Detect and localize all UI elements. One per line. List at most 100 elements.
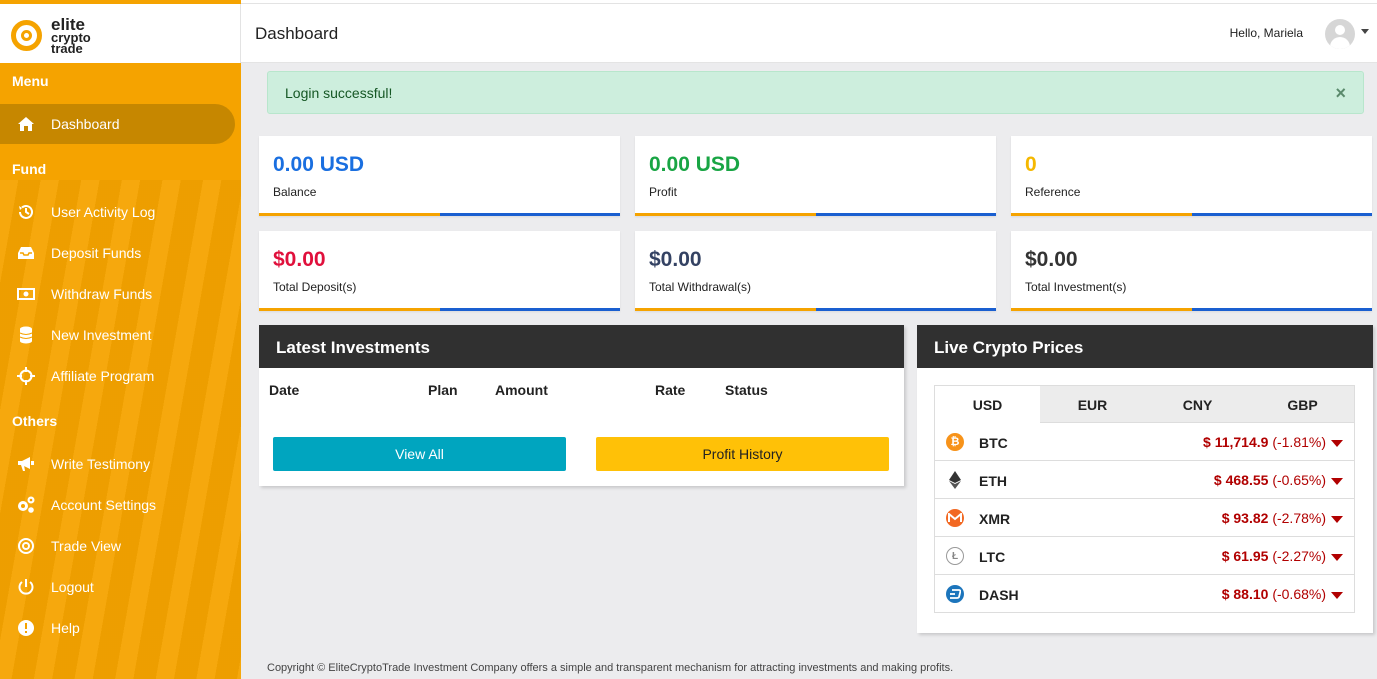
info-circle-icon xyxy=(16,619,36,637)
crypto-row-xmr[interactable]: XMR $ 93.82 (-2.78%) xyxy=(934,499,1355,537)
panel-title: Latest Investments xyxy=(276,338,430,357)
live-crypto-panel: Live Crypto Prices USD EUR CNY GBP ₿ BTC… xyxy=(917,325,1373,633)
stat-card-total-withdrawal: $0.00 Total Withdrawal(s) xyxy=(635,231,996,311)
crypto-price: $ 93.82 (-2.78%) xyxy=(1221,510,1326,526)
arrow-down-icon xyxy=(1331,478,1343,485)
sidebar-item-new-investment[interactable]: New Investment xyxy=(0,315,236,355)
sidebar-item-withdraw-funds[interactable]: Withdraw Funds xyxy=(0,274,236,314)
crypto-symbol: XMR xyxy=(979,511,1011,527)
sidebar-item-deposit-funds[interactable]: Deposit Funds xyxy=(0,233,236,273)
sidebar-item-write-testimony[interactable]: Write Testimony xyxy=(0,444,236,484)
litecoin-icon: Ł xyxy=(946,547,964,565)
cogs-icon xyxy=(16,496,36,514)
sidebar-item-logout[interactable]: Logout xyxy=(0,567,236,607)
sidebar-item-label: New Investment xyxy=(51,327,152,343)
tab-eur[interactable]: EUR xyxy=(1040,386,1145,423)
crypto-row-btc[interactable]: ₿ BTC $ 11,714.9 (-1.81%) xyxy=(934,423,1355,461)
crypto-price: $ 88.10 (-0.68%) xyxy=(1221,586,1326,602)
crypto-row-eth[interactable]: ETH $ 468.55 (-0.65%) xyxy=(934,461,1355,499)
inbox-icon xyxy=(16,246,36,260)
sidebar-item-account-settings[interactable]: Account Settings xyxy=(0,485,236,525)
monero-icon xyxy=(946,509,964,527)
arrow-down-icon xyxy=(1331,516,1343,523)
sidebar-item-label: Account Settings xyxy=(51,497,157,513)
user-greeting: Hello, Mariela xyxy=(1229,26,1303,40)
target-icon xyxy=(16,537,36,555)
history-icon xyxy=(16,203,36,221)
logo-icon xyxy=(11,20,42,51)
home-icon xyxy=(16,116,36,132)
crypto-price: $ 61.95 (-2.27%) xyxy=(1221,548,1326,564)
sidebar-item-label: Withdraw Funds xyxy=(51,286,153,302)
latest-investments-panel: Latest Investments Date Plan Amount Rate… xyxy=(259,325,904,486)
page-title: Dashboard xyxy=(255,24,339,43)
stat-value: 0.00 USD xyxy=(273,153,365,176)
stat-label: Total Deposit(s) xyxy=(273,280,357,294)
stat-value: $0.00 xyxy=(1025,248,1078,271)
logo[interactable]: elite crypto trade xyxy=(0,4,241,63)
database-icon xyxy=(16,326,36,344)
column-header-plan: Plan xyxy=(428,382,458,398)
tab-usd[interactable]: USD xyxy=(935,386,1040,423)
panel-title: Live Crypto Prices xyxy=(934,338,1084,357)
crypto-row-ltc[interactable]: Ł LTC $ 61.95 (-2.27%) xyxy=(934,537,1355,575)
column-header-status: Status xyxy=(725,382,768,398)
sidebar-item-help[interactable]: Help xyxy=(0,608,236,648)
sidebar-item-label: Logout xyxy=(51,579,94,595)
view-all-button[interactable]: View All xyxy=(273,437,566,471)
section-menu: Menu xyxy=(12,73,49,89)
top-header: Dashboard Hello, Mariela xyxy=(241,4,1377,63)
column-header-amount: Amount xyxy=(495,382,548,398)
sidebar-item-dashboard[interactable]: Dashboard xyxy=(0,104,235,144)
stat-label: Total Withdrawal(s) xyxy=(649,280,752,294)
sidebar-item-label: Help xyxy=(51,620,80,636)
sidebar: elite crypto trade Menu Dashboard Fund U… xyxy=(0,0,241,679)
profit-history-button[interactable]: Profit History xyxy=(596,437,889,471)
stat-card-balance: 0.00 USD Balance xyxy=(259,136,620,216)
crypto-symbol: ETH xyxy=(979,473,1007,489)
stat-label: Balance xyxy=(273,185,317,199)
ethereum-icon xyxy=(946,471,964,489)
sidebar-item-user-activity-log[interactable]: User Activity Log xyxy=(0,192,236,232)
section-others: Others xyxy=(12,413,58,429)
power-icon xyxy=(16,578,36,596)
money-bill-icon xyxy=(16,288,36,300)
arrow-down-icon xyxy=(1331,592,1343,599)
sidebar-item-label: Dashboard xyxy=(51,116,120,132)
crypto-symbol: BTC xyxy=(979,435,1008,451)
crypto-symbol: DASH xyxy=(979,587,1019,603)
arrow-down-icon xyxy=(1331,440,1343,447)
tab-cny[interactable]: CNY xyxy=(1145,386,1250,423)
dash-icon xyxy=(946,585,964,603)
sidebar-item-label: User Activity Log xyxy=(51,204,156,220)
bullhorn-icon xyxy=(16,456,36,472)
sidebar-item-label: Trade View xyxy=(51,538,122,554)
stat-label: Reference xyxy=(1025,185,1081,199)
sidebar-item-trade-view[interactable]: Trade View xyxy=(0,526,236,566)
success-alert: Login successful! × xyxy=(267,71,1364,114)
footer-copyright: Copyright © EliteCryptoTrade Investment … xyxy=(267,662,954,674)
section-fund: Fund xyxy=(12,161,47,177)
stat-value: 0.00 USD xyxy=(649,153,741,176)
crypto-symbol: LTC xyxy=(979,549,1006,565)
stat-card-total-investment: $0.00 Total Investment(s) xyxy=(1011,231,1372,311)
currency-tabs: USD EUR CNY GBP xyxy=(934,385,1355,423)
stat-value: 0 xyxy=(1025,153,1037,176)
crosshairs-icon xyxy=(16,367,36,385)
bitcoin-icon: ₿ xyxy=(946,433,964,451)
close-icon[interactable]: × xyxy=(1335,84,1346,102)
sidebar-item-label: Write Testimony xyxy=(51,456,151,472)
crypto-price: $ 11,714.9 (-1.81%) xyxy=(1203,434,1326,450)
sidebar-item-affiliate-program[interactable]: Affiliate Program xyxy=(0,356,236,396)
crypto-price: $ 468.55 (-0.65%) xyxy=(1213,472,1326,488)
arrow-down-icon xyxy=(1331,554,1343,561)
alert-message: Login successful! xyxy=(285,85,393,101)
tab-gbp[interactable]: GBP xyxy=(1250,386,1355,423)
crypto-row-dash[interactable]: DASH $ 88.10 (-0.68%) xyxy=(934,575,1355,613)
stat-card-total-deposit: $0.00 Total Deposit(s) xyxy=(259,231,620,311)
chevron-down-icon[interactable] xyxy=(1361,29,1369,34)
avatar[interactable] xyxy=(1325,19,1355,49)
stat-value: $0.00 xyxy=(273,248,326,271)
sidebar-item-label: Deposit Funds xyxy=(51,245,142,261)
stat-label: Profit xyxy=(649,185,678,199)
